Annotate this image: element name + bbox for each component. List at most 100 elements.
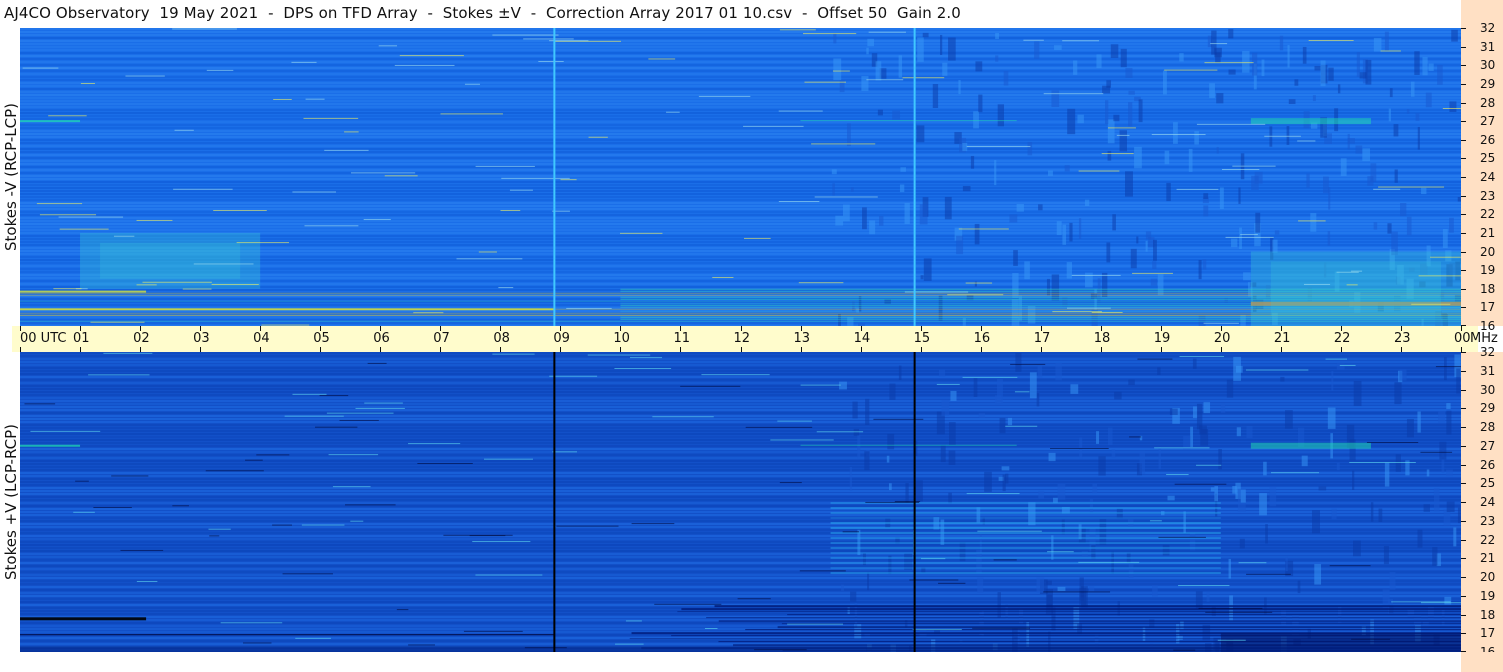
freq-tick-label: 27 [1480, 438, 1496, 453]
interference-dash [417, 463, 473, 465]
texture-cell [1331, 371, 1334, 391]
texture-cell [1406, 418, 1414, 438]
texture-cell [1089, 499, 1094, 513]
interference-dash [1196, 123, 1266, 125]
interference-dash [136, 580, 158, 582]
time-tick [1040, 347, 1042, 352]
texture-cell [1320, 60, 1326, 87]
interference-dash [413, 312, 444, 314]
freq-stripe [20, 424, 1461, 426]
freq-stripe [20, 154, 1461, 156]
texture-cell [977, 577, 984, 593]
time-tick [620, 347, 622, 352]
freq-stripe [20, 205, 1461, 207]
freq-stripe [20, 112, 1461, 114]
freq-stripe [20, 367, 1461, 369]
texture-cell [994, 160, 997, 186]
interference-dash [208, 528, 231, 530]
texture-cell [1279, 35, 1284, 51]
rfi-line [1250, 442, 1371, 449]
freq-tick-label: 19 [1480, 263, 1496, 278]
interference-dash [125, 75, 165, 77]
interference-dash [1101, 153, 1134, 155]
texture-cell [879, 216, 884, 226]
freq-stripe [20, 481, 1461, 483]
texture-cell [1190, 426, 1194, 448]
texture-cell [1373, 37, 1382, 52]
interference-dash [1198, 607, 1263, 609]
texture-cell [1265, 524, 1268, 544]
freq-stripe [20, 589, 1461, 591]
interference-dash [936, 383, 960, 385]
freq-tick [1461, 633, 1466, 635]
interference-dash [1176, 188, 1219, 190]
interference-dash [1245, 369, 1309, 371]
texture-cell [1192, 406, 1198, 419]
texture-cell [1047, 170, 1053, 176]
dark-band-line [20, 634, 555, 636]
interference-dash [59, 228, 109, 230]
interference-dash [912, 629, 962, 631]
texture-cell [1328, 187, 1331, 210]
texture-cell [1382, 589, 1390, 608]
freq-stripe [20, 571, 1461, 573]
freq-tick [1461, 28, 1466, 29]
texture-cell [1152, 261, 1157, 269]
interference-dash [1217, 639, 1246, 641]
texture-cell [1255, 212, 1261, 233]
interference-dash [500, 210, 521, 212]
texture-cell [1437, 65, 1443, 85]
texture-cell [1048, 452, 1056, 462]
interference-dash [1325, 358, 1348, 360]
interference-dash [654, 603, 722, 605]
interference-dash [1023, 39, 1044, 41]
interference-dash [743, 237, 771, 239]
interference-dash [680, 385, 741, 387]
texture-cell [1393, 124, 1399, 137]
freq-stripe [20, 73, 1461, 75]
texture-cell [1130, 248, 1137, 269]
texture-cell [923, 258, 932, 281]
interference-dash [523, 38, 574, 40]
texture-cell [886, 455, 890, 463]
texture-cell [944, 196, 952, 220]
interference-dash [972, 627, 1031, 629]
time-tick-label: 07 [433, 331, 450, 346]
time-tick [500, 347, 502, 352]
interference-dash [30, 430, 101, 432]
freq-stripe [20, 529, 1461, 531]
texture-cell [905, 483, 909, 503]
texture-cell [1036, 392, 1040, 407]
rfi-line [20, 444, 81, 447]
time-tick [380, 347, 382, 352]
texture-cell [1228, 29, 1234, 39]
interference-dash [464, 83, 480, 85]
interference-dash [1336, 271, 1359, 273]
time-tick-label: 06 [373, 331, 390, 346]
texture-cell [1446, 403, 1451, 410]
texture-cell [1107, 427, 1113, 446]
texture-cell [1356, 52, 1360, 77]
freq-tick-label: 17 [1480, 300, 1496, 315]
interference-dash [778, 110, 823, 112]
texture-cell [1203, 205, 1209, 217]
freq-stripe [20, 199, 1461, 201]
texture-cell [1199, 425, 1207, 435]
interference-dash [894, 500, 921, 502]
freq-stripe [20, 109, 1461, 111]
freq-stripe [20, 175, 1461, 177]
freq-stripe [20, 547, 1461, 549]
texture-cell [1287, 45, 1290, 68]
freq-stripe [20, 82, 1461, 84]
time-tick-label: 20 [1213, 331, 1231, 346]
interference-dash [712, 276, 734, 278]
intense-band-line [20, 292, 1461, 294]
texture-cell [1422, 621, 1429, 630]
texture-cell [1098, 456, 1106, 476]
texture-cell [1162, 70, 1167, 95]
texture-cell [1069, 222, 1073, 242]
interference-dash [284, 415, 344, 417]
bright-band-line [830, 507, 1221, 509]
freq-stripe [20, 487, 1461, 489]
spectrogram-top [20, 28, 1461, 326]
